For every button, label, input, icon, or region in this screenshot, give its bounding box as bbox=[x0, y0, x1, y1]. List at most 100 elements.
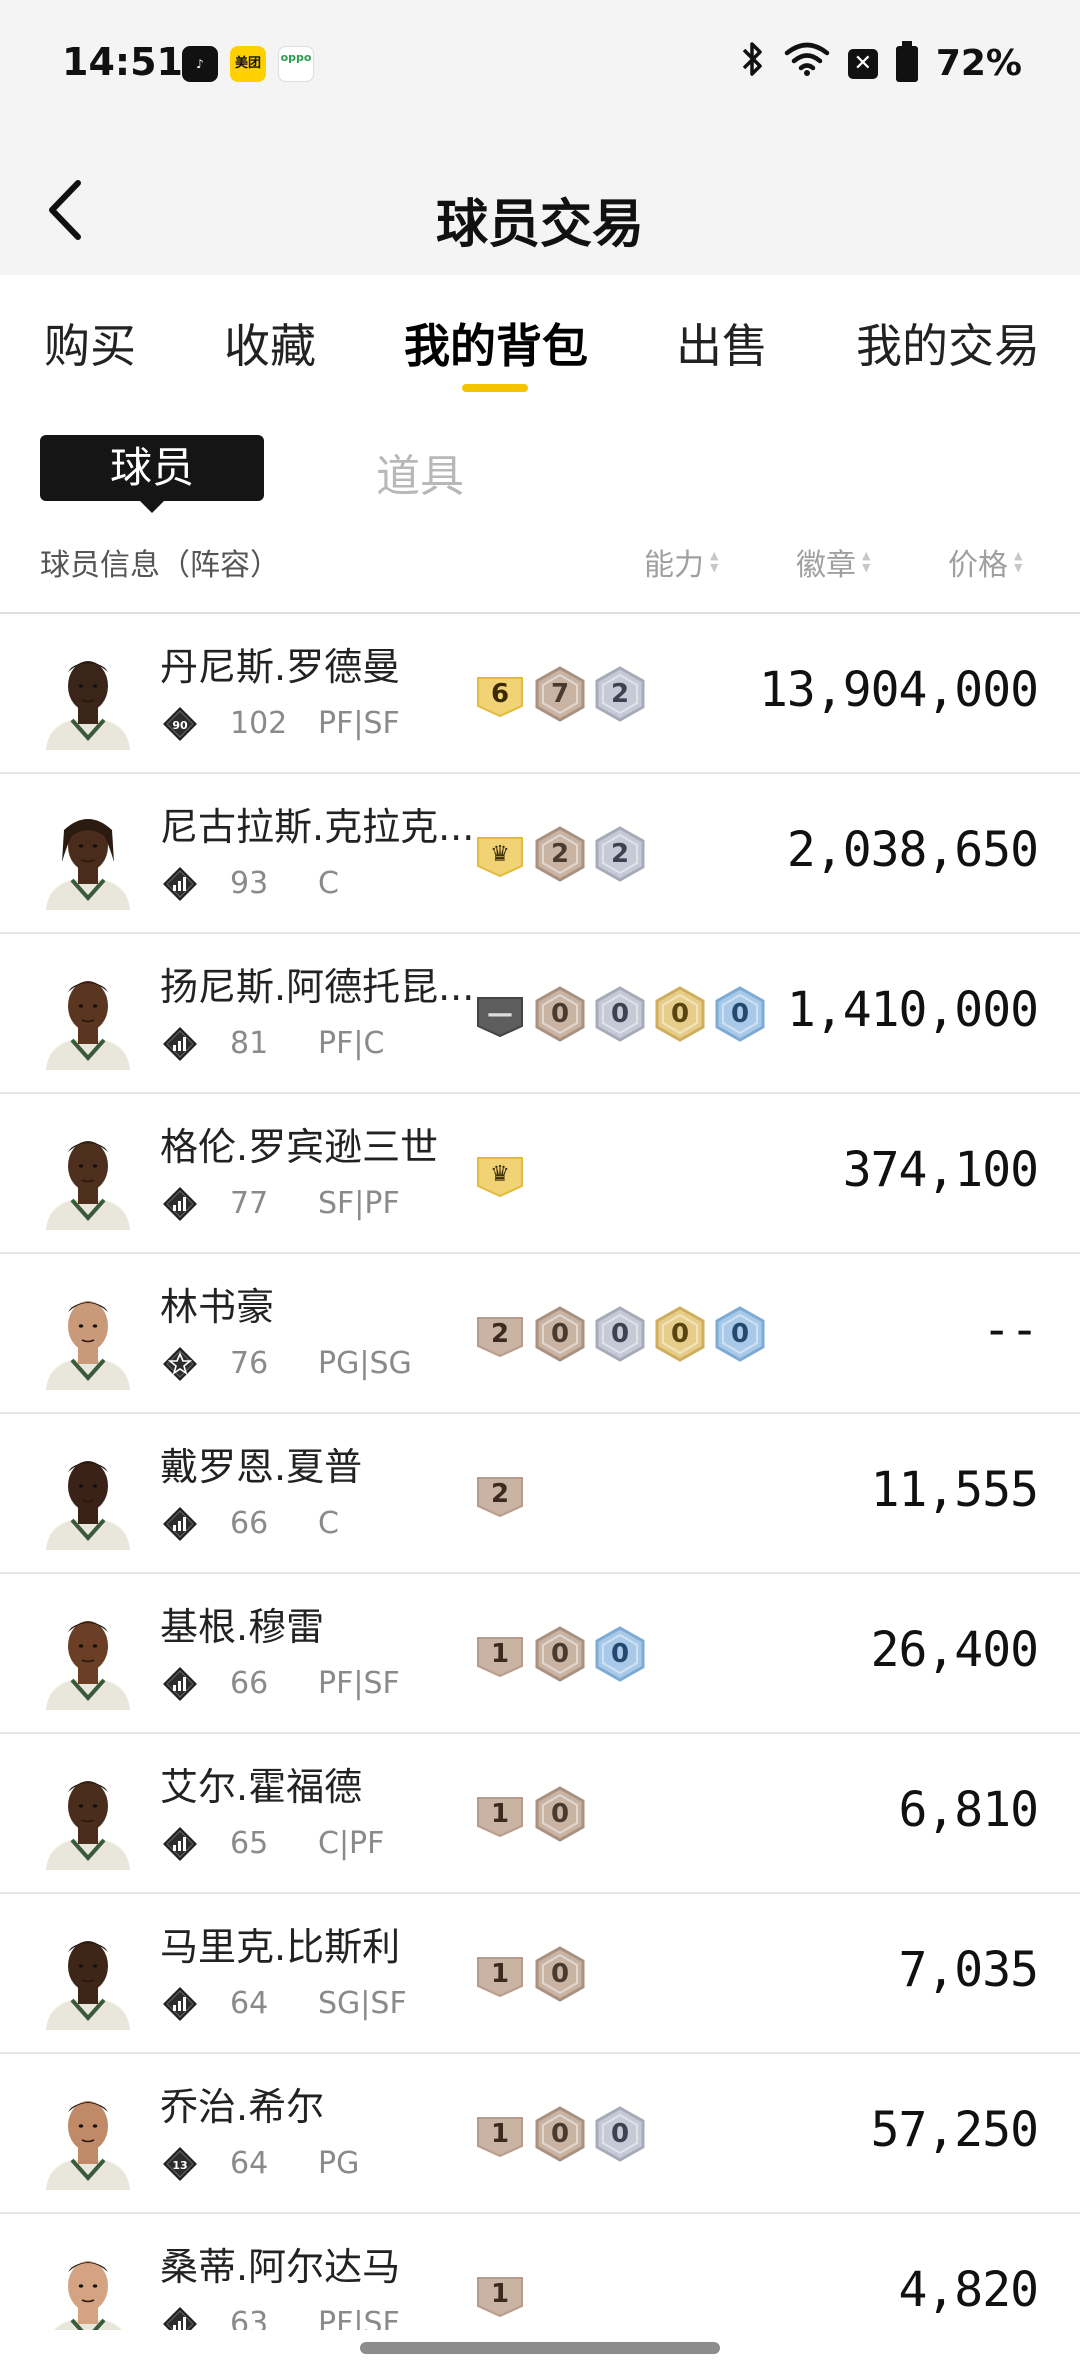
player-avatar bbox=[38, 2242, 138, 2330]
badge-bronze-icon: 0 bbox=[534, 986, 586, 1042]
badge-value: 0 bbox=[730, 999, 750, 1029]
badge-crown-icon: ♛ bbox=[474, 826, 526, 882]
player-name: 乔治.希尔 bbox=[160, 2085, 325, 2129]
badge-blue-icon: 0 bbox=[714, 986, 766, 1042]
badge-silver-icon: 0 bbox=[594, 986, 646, 1042]
player-avatar bbox=[38, 1602, 138, 1710]
player-overall: 64 bbox=[230, 2146, 269, 2181]
player-overall: 93 bbox=[230, 866, 269, 901]
badge-value: 0 bbox=[670, 999, 690, 1029]
badge-silver-icon: 2 bbox=[594, 826, 646, 882]
badge-value: 1 bbox=[490, 1959, 510, 1989]
player-avatar bbox=[38, 1922, 138, 2030]
badge-tan-icon: 1 bbox=[474, 1946, 526, 2002]
tier-icon: 90 bbox=[162, 706, 198, 742]
player-price: 6,810 bbox=[898, 1782, 1039, 1838]
player-row[interactable]: 格伦.罗宾逊三世 77 SF|PF ♛ 374,100 bbox=[0, 1094, 1080, 1254]
badge-value: 7 bbox=[550, 679, 570, 709]
badge-value: 2 bbox=[610, 839, 630, 869]
player-position: SF|PF bbox=[318, 1186, 400, 1221]
badge-value: ♛ bbox=[490, 841, 510, 867]
player-row[interactable]: 丹尼斯.罗德曼 90 102 PF|SF 6 7 2 13,904,000 bbox=[0, 614, 1080, 774]
player-overall: 81 bbox=[230, 1026, 269, 1061]
badge-list: 6 7 2 bbox=[474, 666, 646, 722]
player-row[interactable]: 扬尼斯.阿德托昆... 81 PF|C — 0 0 0 0 1,410,000 bbox=[0, 934, 1080, 1094]
player-overall: 66 bbox=[230, 1506, 269, 1541]
player-price: 57,250 bbox=[870, 2102, 1039, 2158]
player-price: 7,035 bbox=[898, 1942, 1039, 1998]
tier-icon bbox=[162, 1186, 198, 1222]
player-name: 艾尔.霍福德 bbox=[160, 1765, 363, 1809]
badge-value: 1 bbox=[490, 2119, 510, 2149]
badge-value: 0 bbox=[550, 1799, 570, 1829]
badge-value: 0 bbox=[550, 1639, 570, 1669]
tier-icon bbox=[162, 1666, 198, 1702]
player-row[interactable]: 艾尔.霍福德 65 C|PF 1 0 6,810 bbox=[0, 1734, 1080, 1894]
badge-value: 0 bbox=[550, 2119, 570, 2149]
badge-blue-icon: 0 bbox=[594, 1626, 646, 1682]
player-overall: 64 bbox=[230, 1986, 269, 2021]
badge-bronze-icon: 0 bbox=[534, 1786, 586, 1842]
player-row[interactable]: 戴罗恩.夏普 66 C 2 11,555 bbox=[0, 1414, 1080, 1574]
badge-bronze-icon: 0 bbox=[534, 1946, 586, 2002]
svg-text:13: 13 bbox=[172, 2159, 187, 2172]
badge-value: 0 bbox=[610, 1319, 630, 1349]
player-position: C bbox=[318, 1506, 339, 1541]
player-price: -- bbox=[982, 1302, 1039, 1358]
badge-goldhex-icon: 0 bbox=[654, 1306, 706, 1362]
player-overall: 102 bbox=[230, 706, 288, 741]
player-price: 11,555 bbox=[870, 1462, 1039, 1518]
player-avatar bbox=[38, 962, 138, 1070]
player-list: 丹尼斯.罗德曼 90 102 PF|SF 6 7 2 13,904,000 尼古拉斯.克拉克..… bbox=[0, 0, 1080, 2330]
player-avatar bbox=[38, 1122, 138, 1230]
tier-icon bbox=[162, 1026, 198, 1062]
player-avatar bbox=[38, 1282, 138, 1390]
player-avatar bbox=[38, 642, 138, 750]
badge-value: 2 bbox=[490, 1319, 510, 1349]
player-overall: 66 bbox=[230, 1666, 269, 1701]
badge-bronze-icon: 7 bbox=[534, 666, 586, 722]
player-price: 4,820 bbox=[898, 2262, 1039, 2318]
badge-tan-icon: 2 bbox=[474, 1466, 526, 1522]
player-row[interactable]: 马里克.比斯利 64 SG|SF 1 0 7,035 bbox=[0, 1894, 1080, 2054]
badge-value: 0 bbox=[610, 999, 630, 1029]
badge-bronze-icon: 0 bbox=[534, 2106, 586, 2162]
player-avatar bbox=[38, 802, 138, 910]
player-avatar bbox=[38, 1442, 138, 1550]
tier-icon bbox=[162, 2306, 198, 2330]
badge-value: 1 bbox=[490, 2279, 510, 2309]
badge-value: 0 bbox=[550, 999, 570, 1029]
badge-value: 1 bbox=[490, 1799, 510, 1829]
player-row[interactable]: 乔治.希尔 13 64 PG 1 0 0 57,250 bbox=[0, 2054, 1080, 2214]
player-overall: 77 bbox=[230, 1186, 269, 1221]
badge-bronze-icon: 0 bbox=[534, 1626, 586, 1682]
badge-tan-icon: 1 bbox=[474, 2266, 526, 2322]
home-indicator[interactable] bbox=[360, 2342, 720, 2354]
badge-list: 1 bbox=[474, 2266, 526, 2322]
player-price: 1,410,000 bbox=[786, 982, 1039, 1038]
badge-tan-icon: 1 bbox=[474, 1626, 526, 1682]
badge-value: 1 bbox=[490, 1639, 510, 1669]
player-position: PF|C bbox=[318, 1026, 385, 1061]
badge-silver-icon: 2 bbox=[594, 666, 646, 722]
player-name: 桑蒂.阿尔达马 bbox=[160, 2245, 401, 2289]
player-price: 26,400 bbox=[870, 1622, 1039, 1678]
player-overall: 76 bbox=[230, 1346, 269, 1381]
badge-value: 0 bbox=[550, 1319, 570, 1349]
player-position: PF|SF bbox=[318, 2306, 400, 2330]
player-row[interactable]: 林书豪 76 PG|SG 2 0 0 0 0 -- bbox=[0, 1254, 1080, 1414]
player-name: 丹尼斯.罗德曼 bbox=[160, 645, 401, 689]
player-price: 13,904,000 bbox=[759, 662, 1039, 718]
badge-list: 2 bbox=[474, 1466, 526, 1522]
player-position: PG|SG bbox=[318, 1346, 412, 1381]
badge-value: 0 bbox=[610, 1639, 630, 1669]
badge-bronze-icon: 0 bbox=[534, 1306, 586, 1362]
player-name: 林书豪 bbox=[160, 1285, 275, 1329]
player-row[interactable]: 基根.穆雷 66 PF|SF 1 0 0 26,400 bbox=[0, 1574, 1080, 1734]
player-row[interactable]: 尼古拉斯.克拉克... 93 C ♛ 2 2 2,038,650 bbox=[0, 774, 1080, 934]
badge-list: 1 0 0 bbox=[474, 2106, 646, 2162]
player-row[interactable]: 桑蒂.阿尔达马 63 PF|SF 1 4,820 bbox=[0, 2214, 1080, 2330]
badge-value: 2 bbox=[490, 1479, 510, 1509]
badge-tan-icon: 1 bbox=[474, 1786, 526, 1842]
badge-list: 2 0 0 0 0 bbox=[474, 1306, 766, 1362]
